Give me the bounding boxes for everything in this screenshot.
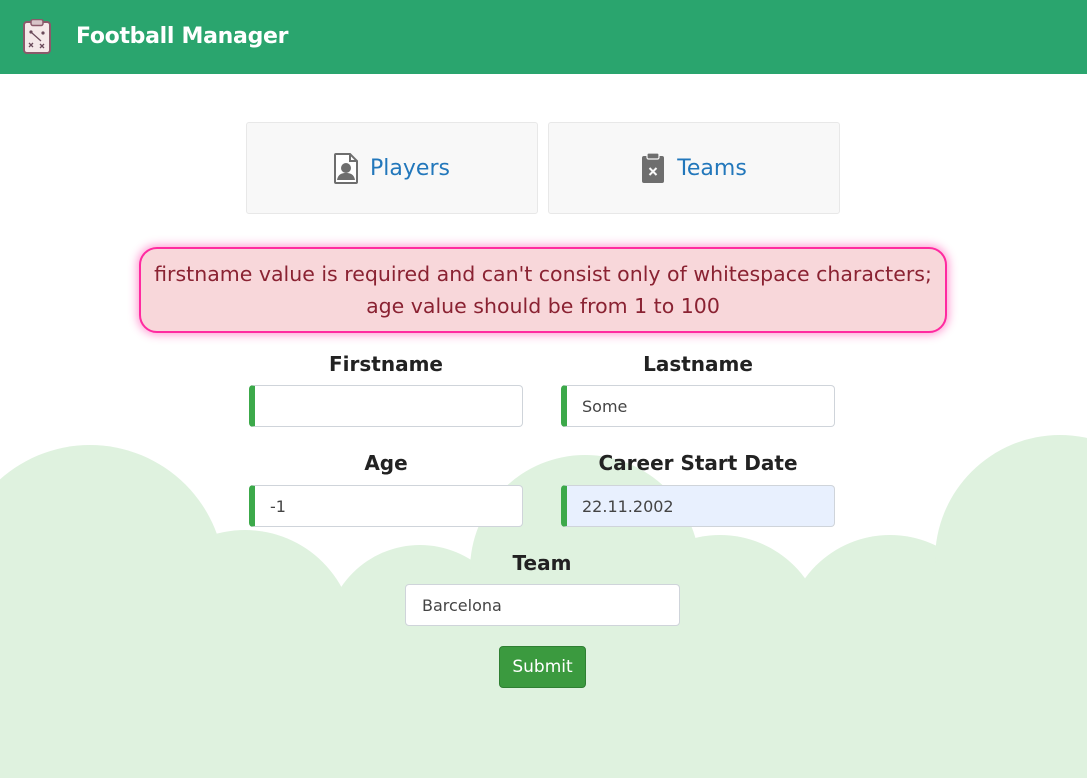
nav-players-label: Players [370,155,450,181]
person-file-icon [334,152,359,184]
submit-button[interactable]: Submit [499,646,586,688]
firstname-label: Firstname [329,352,443,376]
nav-teams-label: Teams [677,155,747,181]
nav-teams-button[interactable]: Teams [548,122,840,214]
error-alert: firstname value is required and can't co… [139,247,947,333]
career-start-date-label: Career Start Date [598,451,798,475]
firstname-input[interactable] [249,385,523,427]
team-label: Team [512,551,572,575]
nav-players-button[interactable]: Players [246,122,538,214]
app-header: Football Manager [0,0,1087,74]
lastname-input[interactable] [561,385,835,427]
age-label: Age [364,451,408,475]
error-message: firstname value is required and can't co… [154,262,932,318]
team-select[interactable] [405,584,680,626]
app-title: Football Manager [76,24,289,49]
lastname-label: Lastname [643,352,753,376]
career-start-date-input[interactable] [561,485,835,527]
age-input[interactable] [249,485,523,527]
clipboard-tactics-icon [23,19,51,54]
clipboard-x-icon [642,152,665,183]
